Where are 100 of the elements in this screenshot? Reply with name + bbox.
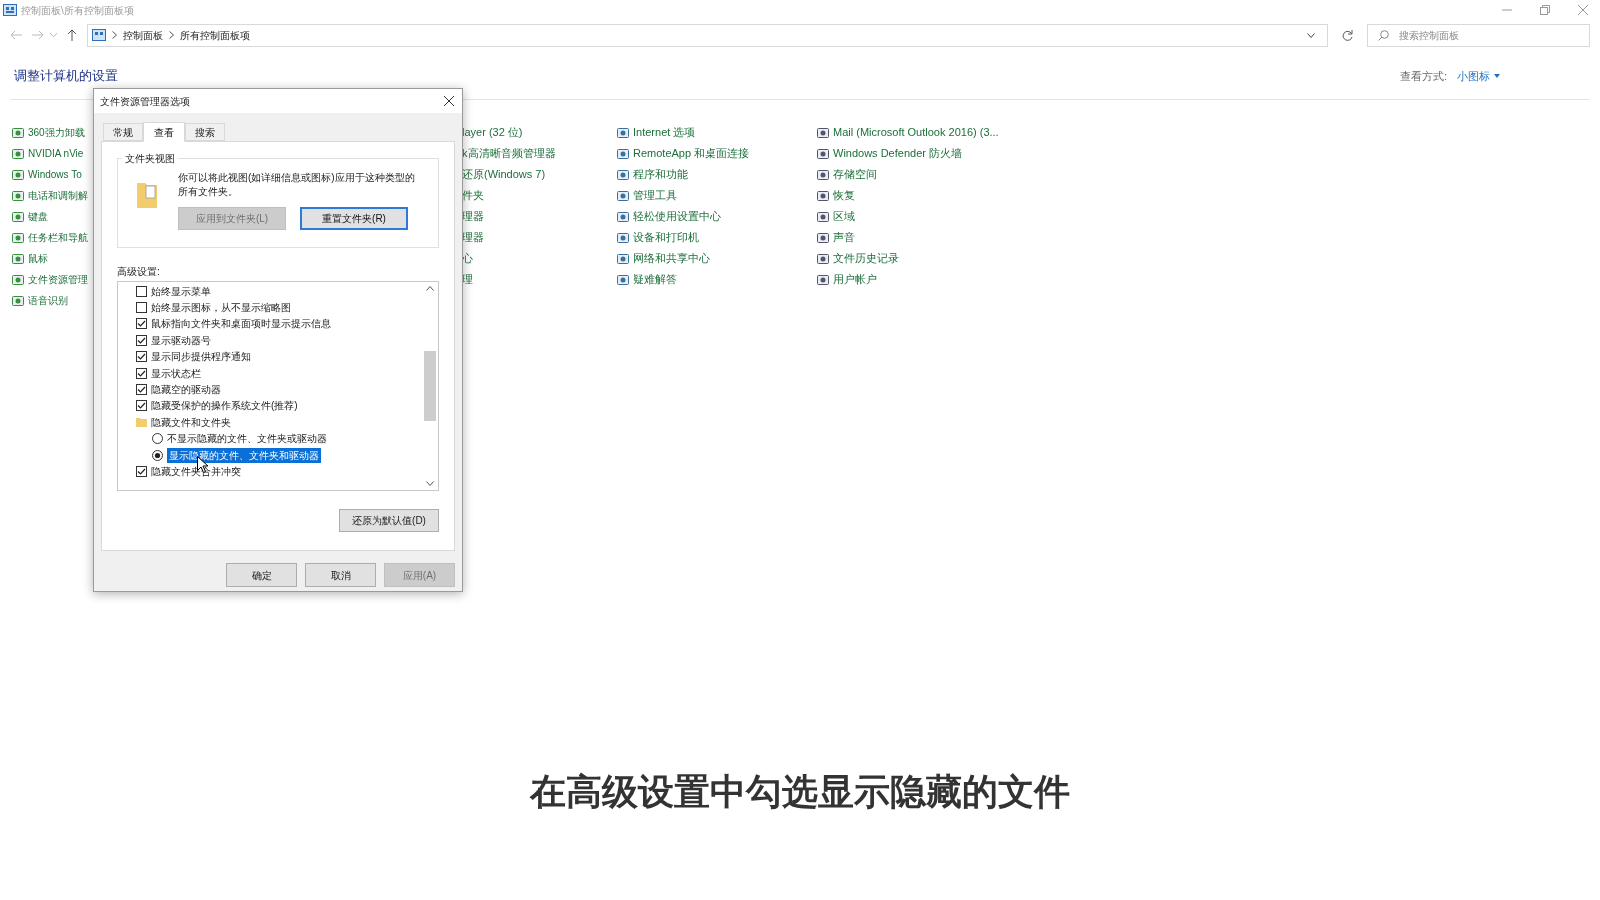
control-panel-link[interactable]: 文件资源管理 bbox=[28, 272, 88, 287]
refresh-icon[interactable] bbox=[1342, 29, 1353, 41]
setting-label[interactable]: 显示同步提供程序通知 bbox=[151, 349, 251, 365]
control-panel-link[interactable]: 鼠标 bbox=[28, 251, 48, 266]
control-panel-item-icon bbox=[817, 273, 829, 286]
restore-icon[interactable] bbox=[1540, 5, 1550, 15]
setting-label[interactable]: 显示状态栏 bbox=[151, 365, 201, 381]
radio-button[interactable] bbox=[152, 449, 163, 461]
checkbox[interactable] bbox=[136, 384, 147, 396]
setting-label[interactable]: 显示隐藏的文件、文件夹和驱动器 bbox=[167, 447, 321, 463]
control-panel-link[interactable]: 还原(Windows 7) bbox=[462, 166, 546, 183]
caret-icon bbox=[1494, 74, 1500, 79]
control-panel-item-icon bbox=[817, 252, 829, 265]
search-icon bbox=[1378, 29, 1389, 41]
section-label: 高级设置: bbox=[117, 265, 161, 279]
setting-label[interactable]: 隐藏受保护的操作系统文件(推荐) bbox=[151, 398, 298, 414]
control-panel-link[interactable]: 网络和共享中心 bbox=[633, 250, 710, 267]
control-panel-link[interactable]: 恢复 bbox=[833, 187, 855, 204]
close-icon[interactable] bbox=[444, 96, 454, 106]
setting-label[interactable]: 隐藏空的驱动器 bbox=[151, 382, 221, 398]
button[interactable]: 确定 bbox=[226, 563, 297, 587]
control-panel-link[interactable]: 理器 bbox=[462, 208, 484, 225]
breadcrumb-link[interactable]: 控制面板 bbox=[123, 27, 163, 43]
control-panel-item-icon bbox=[617, 231, 629, 244]
control-panel-link[interactable]: Windows To bbox=[28, 167, 82, 182]
control-panel-link[interactable]: 设备和打印机 bbox=[633, 229, 699, 246]
control-panel-item-icon bbox=[817, 147, 829, 160]
control-panel-link[interactable]: 存储空间 bbox=[833, 166, 877, 183]
control-panel-link[interactable]: 键盘 bbox=[28, 209, 48, 224]
setting-label[interactable]: 隐藏文件夹合并冲突 bbox=[151, 464, 241, 479]
checkbox[interactable] bbox=[136, 466, 147, 477]
checkbox[interactable] bbox=[136, 285, 147, 297]
control-panel-link[interactable]: Mail (Microsoft Outlook 2016) (3... bbox=[833, 124, 999, 141]
control-panel-link[interactable]: Windows Defender 防火墙 bbox=[833, 145, 962, 162]
control-panel-item-icon bbox=[617, 273, 629, 286]
button[interactable]: 取消 bbox=[305, 563, 376, 587]
control-panel-link[interactable]: RemoteApp 和桌面连接 bbox=[633, 145, 750, 162]
tab[interactable]: 搜索 bbox=[185, 123, 225, 141]
control-panel-item-icon bbox=[12, 168, 24, 181]
setting-label[interactable]: 不显示隐藏的文件、文件夹或驱动器 bbox=[167, 431, 327, 447]
dialog-title: 文件资源管理器选项 bbox=[100, 94, 190, 109]
scroll-thumb[interactable] bbox=[424, 351, 436, 421]
checkbox[interactable] bbox=[136, 302, 147, 314]
chevron-icon bbox=[112, 31, 117, 39]
page-heading: 调整计算机的设置 bbox=[14, 67, 118, 85]
dropdown-icon[interactable] bbox=[1307, 32, 1315, 38]
control-panel-link[interactable]: 理器 bbox=[462, 229, 484, 246]
button[interactable]: 重置文件夹(R) bbox=[300, 207, 408, 230]
group-title: 文件夹视图 bbox=[122, 151, 178, 166]
control-panel-link[interactable]: 文件历史记录 bbox=[833, 250, 899, 267]
control-panel-link[interactable]: 轻松使用设置中心 bbox=[633, 208, 721, 225]
checkbox[interactable] bbox=[136, 351, 147, 363]
control-panel-item-icon bbox=[12, 189, 24, 202]
control-panel-item-icon bbox=[12, 147, 24, 160]
control-panel-item-icon bbox=[617, 126, 629, 139]
control-panel-link[interactable]: 区域 bbox=[833, 208, 855, 225]
control-panel-link[interactable]: 360强力卸载 bbox=[28, 125, 85, 140]
checkbox[interactable] bbox=[136, 334, 147, 346]
control-panel-link[interactable]: 管理工具 bbox=[633, 187, 677, 204]
tab[interactable]: 常规 bbox=[103, 123, 143, 141]
control-panel-link[interactable]: 疑难解答 bbox=[633, 271, 677, 288]
control-panel-link[interactable]: 电话和调制解 bbox=[28, 188, 88, 203]
radio-button[interactable] bbox=[152, 433, 163, 445]
control-panel-link[interactable]: k高清晰音频管理器 bbox=[462, 145, 556, 162]
tab[interactable]: 查看 bbox=[143, 122, 185, 142]
control-panel-link[interactable]: 理 bbox=[462, 271, 473, 288]
address-bar[interactable]: 控制面板 所有控制面板项 bbox=[87, 23, 1328, 47]
control-panel-link[interactable]: 程序和功能 bbox=[633, 166, 688, 183]
control-panel-item-icon bbox=[817, 231, 829, 244]
control-panel-link[interactable]: 声音 bbox=[833, 229, 855, 246]
control-panel-link[interactable]: layer (32 位) bbox=[462, 124, 523, 141]
control-panel-item-icon bbox=[12, 231, 24, 244]
control-panel-item-icon bbox=[817, 189, 829, 202]
setting-label[interactable]: 鼠标指向文件夹和桌面项时显示提示信息 bbox=[151, 316, 331, 332]
control-panel-link[interactable]: 件夹 bbox=[462, 187, 484, 204]
up-icon[interactable] bbox=[67, 29, 77, 41]
window-title: 控制面板\所有控制面板项 bbox=[21, 3, 134, 18]
search-placeholder: 搜索控制面板 bbox=[1399, 28, 1459, 43]
checkbox[interactable] bbox=[136, 367, 147, 379]
folder-icon bbox=[136, 417, 147, 428]
setting-label[interactable]: 始终显示图标，从不显示缩略图 bbox=[151, 300, 291, 316]
view-by-dropdown[interactable]: 小图标 bbox=[1457, 68, 1500, 85]
setting-label: 隐藏文件和文件夹 bbox=[151, 415, 231, 430]
control-panel-link[interactable]: NVIDIA nVie bbox=[28, 146, 84, 161]
control-panel-icon bbox=[92, 29, 106, 41]
control-panel-link[interactable]: 用户帐户 bbox=[833, 271, 877, 288]
chevron-icon bbox=[169, 31, 174, 39]
control-panel-item-icon bbox=[617, 210, 629, 223]
control-panel-icon bbox=[3, 4, 17, 16]
breadcrumb-link[interactable]: 所有控制面板项 bbox=[180, 27, 250, 43]
checkbox[interactable] bbox=[136, 318, 147, 330]
control-panel-link[interactable]: 任务栏和导航 bbox=[28, 230, 88, 245]
search-field[interactable]: 搜索控制面板 bbox=[1367, 23, 1590, 47]
setting-label[interactable]: 显示驱动器号 bbox=[151, 332, 211, 348]
button[interactable]: 还原为默认值(D) bbox=[339, 509, 439, 532]
control-panel-link[interactable]: Internet 选项 bbox=[633, 124, 696, 141]
checkbox[interactable] bbox=[136, 400, 147, 412]
setting-label[interactable]: 始终显示菜单 bbox=[151, 283, 211, 299]
control-panel-item-icon bbox=[12, 210, 24, 223]
control-panel-link[interactable]: 语音识别 bbox=[28, 293, 68, 308]
